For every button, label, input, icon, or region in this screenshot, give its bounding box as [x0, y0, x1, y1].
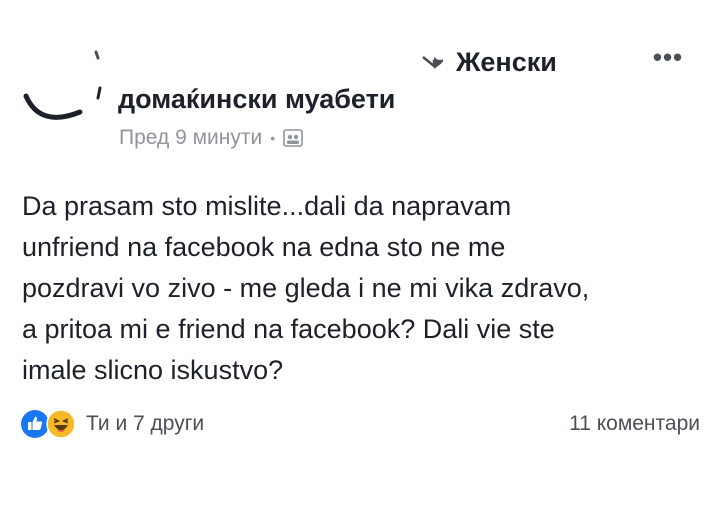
group-avatar[interactable] [18, 40, 110, 132]
group-link[interactable]: Женски [420, 42, 557, 82]
post-meta: Пред 9 минути • [119, 126, 303, 150]
post-text: Da prasam sto mislite...dali da napravam… [22, 191, 590, 385]
post-footer: Ти и 7 други 11 коментари [20, 406, 700, 442]
haha-icon [46, 409, 76, 439]
group-prefix[interactable]: Женски [456, 47, 557, 78]
meta-separator: • [270, 130, 276, 146]
more-options-icon[interactable]: ••• [648, 42, 688, 72]
timestamp[interactable]: Пред 9 минути [119, 126, 262, 150]
facebook-post: Женски ••• домаќински муабети Пред 9 мин… [0, 0, 720, 519]
right-arrow-icon [422, 56, 443, 69]
reactions-count[interactable]: Ти и 7 други [86, 412, 204, 436]
comments-count[interactable]: 11 коментари [569, 406, 700, 442]
group-icon[interactable] [283, 129, 303, 147]
group-name[interactable]: домаќински муабети [118, 84, 395, 115]
reactions-summary[interactable]: Ти и 7 други [20, 409, 204, 439]
